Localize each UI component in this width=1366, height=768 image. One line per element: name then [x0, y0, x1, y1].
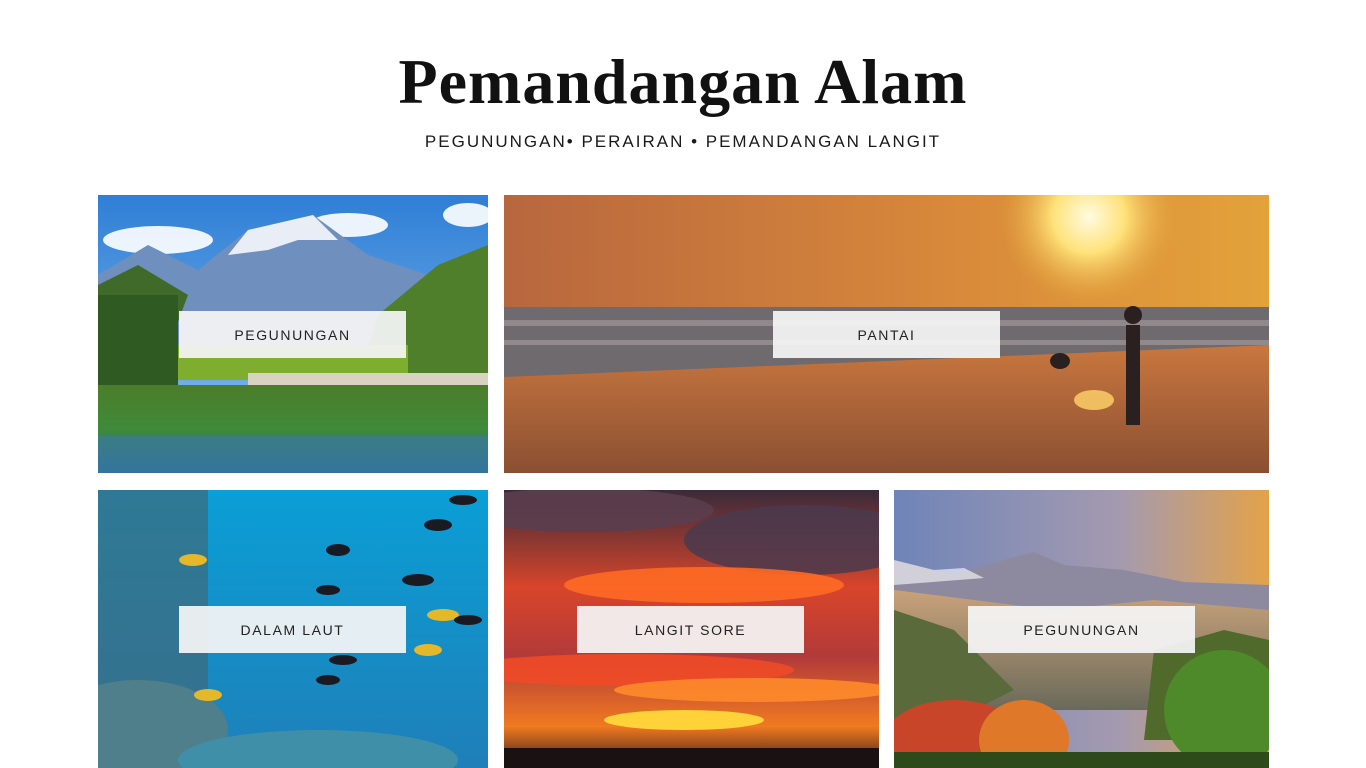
gallery-tile-underwater[interactable]: DALAM LAUT — [98, 490, 488, 768]
tile-label: LANGIT SORE — [577, 606, 804, 653]
gallery-tile-beach[interactable]: PANTAI — [504, 195, 1269, 473]
tile-label: PEGUNUNGAN — [968, 606, 1195, 653]
gallery-tile-evening-sky[interactable]: LANGIT SORE — [504, 490, 879, 768]
page-subtitle: PEGUNUNGAN• PERAIRAN • PEMANDANGAN LANGI… — [424, 132, 942, 151]
tile-label: DALAM LAUT — [179, 606, 406, 653]
tile-label: PANTAI — [773, 311, 1000, 358]
gallery-tile-mountain-valley[interactable]: PEGUNUNGAN — [894, 490, 1269, 768]
tile-label: PEGUNUNGAN — [179, 311, 406, 358]
gallery-tile-mountain-lake[interactable]: PEGUNUNGAN — [98, 195, 488, 473]
page-title: Pemandangan Alam — [398, 46, 968, 117]
